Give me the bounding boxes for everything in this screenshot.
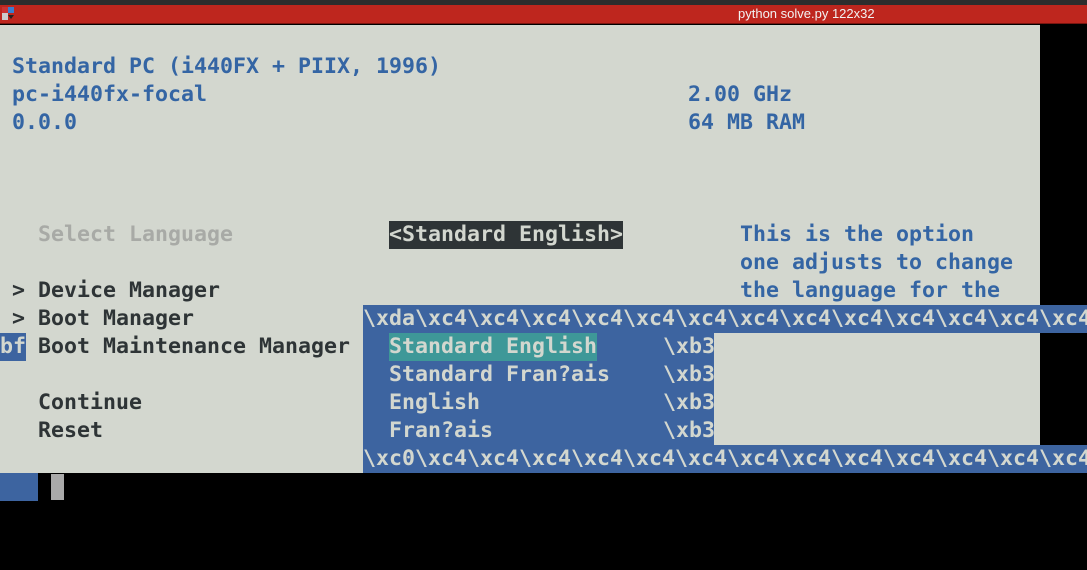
help-text-line: the language for the bbox=[740, 278, 1001, 303]
help-text-line: one adjusts to change bbox=[740, 250, 1014, 275]
firmware-version: 0.0.0 bbox=[12, 110, 78, 135]
popup-option-label-selected[interactable]: Standard English bbox=[389, 333, 598, 361]
popup-right-edge: \xb3 bbox=[663, 390, 714, 415]
popup-option[interactable]: \xStandard Fran?ais\xb3 bbox=[363, 361, 714, 389]
popup-bottom-border: \xc0\xc4\xc4\xc4\xc4\xc4\xc4\xc4\xc4\xc4… bbox=[363, 445, 1087, 473]
menu-item-boot-manager[interactable]: Boot Manager bbox=[38, 305, 194, 333]
popup-option-label[interactable]: Fran?ais bbox=[389, 417, 493, 445]
terminal-cursor[interactable] bbox=[51, 474, 64, 500]
popup-option[interactable]: \xFran?ais\xb3 bbox=[363, 417, 714, 445]
popup-option-label[interactable]: Standard Fran?ais bbox=[389, 361, 610, 389]
menu-item-continue[interactable]: Continue bbox=[38, 389, 142, 417]
menu-item-boot-maintenance-manager[interactable]: Boot Maintenance Manager bbox=[38, 333, 350, 361]
popup-right-edge: \xb3 bbox=[663, 334, 714, 359]
machine-type: pc-i440fx-focal bbox=[12, 82, 208, 107]
shell-prompt: d9$ bbox=[0, 473, 38, 501]
language-select[interactable]: <Standard English> bbox=[389, 221, 624, 249]
platform-name: Standard PC (i440FX + PIIX, 1996) bbox=[12, 54, 442, 79]
popup-right-edge: \xb3 bbox=[663, 418, 714, 443]
menu-item-device-manager[interactable]: Device Manager bbox=[38, 277, 220, 305]
popup-right-edge: \xb3 bbox=[663, 362, 714, 387]
submenu-arrow: > bbox=[12, 306, 26, 331]
title-bar[interactable]: python solve.py 122x32 bbox=[0, 5, 1087, 24]
menu-item-reset[interactable]: Reset bbox=[38, 417, 103, 445]
submenu-arrow: > bbox=[12, 278, 26, 303]
popup-option[interactable]: \xEnglish\xb3 bbox=[363, 389, 714, 417]
popup-top-border: \xda\xc4\xc4\xc4\xc4\xc4\xc4\xc4\xc4\xc4… bbox=[363, 305, 1087, 333]
popup-option[interactable]: \xStandard English\xb3 bbox=[363, 333, 714, 361]
memory-size: 64 MB RAM bbox=[688, 110, 806, 135]
escape-artifact: bf bbox=[0, 333, 27, 361]
window-title: python solve.py 122x32 bbox=[738, 6, 875, 21]
select-language-label: Select Language bbox=[38, 222, 234, 247]
popup-option-label[interactable]: English bbox=[389, 389, 480, 417]
terminal-app-icon[interactable] bbox=[2, 7, 14, 20]
cpu-speed: 2.00 GHz bbox=[688, 82, 793, 107]
help-text-line: This is the option bbox=[740, 222, 975, 247]
